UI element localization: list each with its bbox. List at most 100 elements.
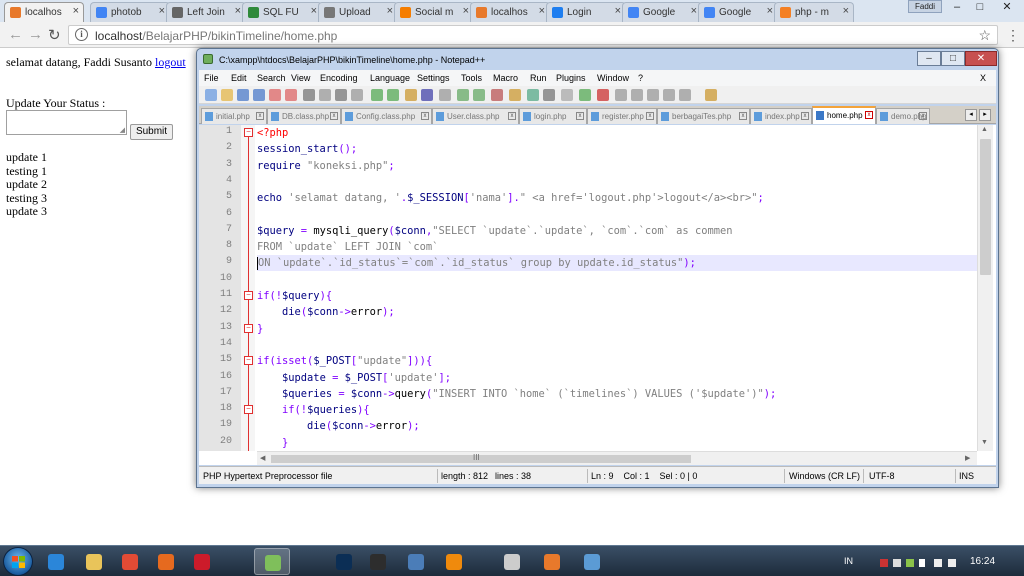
code-line[interactable]: ON `update`.`id_status`=`com`.`id_status… [257, 255, 977, 272]
window-close-button[interactable]: ✕ [993, 0, 1021, 14]
bookmark-star-icon[interactable]: ☆ [978, 27, 991, 44]
file-tab-close-icon[interactable]: x [421, 112, 429, 120]
maximize-button[interactable]: □ [969, 0, 991, 14]
tray-alert-icon[interactable] [880, 559, 888, 567]
toolbar-button-icon[interactable] [237, 89, 249, 101]
fold-collapse-icon[interactable]: − [244, 291, 253, 300]
code-line[interactable]: require "koneksi.php"; [257, 158, 977, 174]
scroll-right-icon[interactable]: ▶ [965, 454, 970, 462]
forward-button[interactable]: → [28, 26, 43, 43]
file-tab-close-icon[interactable]: x [576, 112, 584, 120]
tab-close-icon[interactable]: × [767, 5, 773, 17]
file-tab[interactable]: login.php x [519, 108, 587, 124]
npp-menu-plugins[interactable]: Plugins [556, 73, 586, 83]
toolbar-button-icon[interactable] [527, 89, 539, 101]
tab-close-icon[interactable]: × [843, 5, 849, 17]
code-line[interactable]: session_start(); [257, 141, 977, 157]
file-tab-close-icon[interactable]: x [256, 112, 264, 120]
horizontal-scrollbar[interactable]: ◀ III ▶ [257, 451, 977, 465]
tab-close-icon[interactable]: × [235, 5, 241, 17]
profile-button[interactable]: Faddi [908, 0, 942, 13]
code-area[interactable]: <?php session_start(); require "koneksi.ph… [257, 125, 977, 451]
toolbar-button-icon[interactable] [631, 89, 643, 101]
toolbar-button-icon[interactable] [679, 89, 691, 101]
resize-grip-icon[interactable]: ◢ [120, 126, 125, 134]
vertical-scrollbar[interactable]: ▲ ▼ [977, 125, 993, 451]
network-icon[interactable] [919, 559, 925, 567]
browser-tab[interactable]: Social m × [394, 2, 474, 22]
file-tab[interactable]: initial.php x [201, 108, 267, 124]
scroll-left-icon[interactable]: ◀ [260, 454, 265, 462]
npp-menu-file[interactable]: File [204, 73, 219, 83]
taskbar-app-button[interactable] [398, 548, 434, 575]
tab-close-icon[interactable]: × [539, 5, 545, 17]
browser-tab[interactable]: Upload × [318, 2, 398, 22]
toolbar-button-icon[interactable] [597, 89, 609, 101]
npp-menu-view[interactable]: View [291, 73, 310, 83]
toolbar-button-icon[interactable] [705, 89, 717, 101]
toolbar-button-icon[interactable] [457, 89, 469, 101]
npp-menu-window[interactable]: Window [597, 73, 629, 83]
npp-menu-settings[interactable]: Settings [417, 73, 450, 83]
file-tab-close-icon[interactable]: x [919, 112, 927, 120]
toolbar-button-icon[interactable] [269, 89, 281, 101]
fold-collapse-icon[interactable]: − [244, 128, 253, 137]
toolbar-button-icon[interactable] [303, 89, 315, 101]
npp-menu-encoding[interactable]: Encoding [320, 73, 358, 83]
toolbar-button-icon[interactable] [421, 89, 433, 101]
file-tab[interactable]: User.class.php x [432, 108, 519, 124]
npp-menu-close-button[interactable]: X [980, 73, 986, 83]
browser-tab[interactable]: Login × [546, 2, 626, 22]
tab-close-icon[interactable]: × [387, 5, 393, 17]
code-line[interactable] [257, 337, 977, 353]
status-textarea[interactable]: ◢ [6, 110, 127, 135]
toolbar-button-icon[interactable] [509, 89, 521, 101]
minimize-button[interactable]: – [946, 0, 968, 14]
toolbar-button-icon[interactable] [663, 89, 675, 101]
tab-scroll-left-icon[interactable]: ◂ [965, 109, 977, 121]
browser-tab[interactable]: Google × [622, 2, 702, 22]
tab-close-icon[interactable]: × [73, 5, 79, 17]
toolbar-button-icon[interactable] [221, 89, 233, 101]
code-line[interactable] [257, 272, 977, 288]
taskbar-app-button[interactable] [76, 548, 112, 575]
toolbar-button-icon[interactable] [319, 89, 331, 101]
browser-tab[interactable]: localhos × [470, 2, 550, 22]
vertical-scroll-thumb[interactable] [980, 139, 991, 275]
tab-close-icon[interactable]: × [159, 5, 165, 17]
taskbar-app-button[interactable] [112, 548, 148, 575]
browser-tab[interactable]: php - m × [774, 2, 854, 22]
back-button[interactable]: ← [8, 26, 23, 43]
tab-close-icon[interactable]: × [615, 5, 621, 17]
code-line[interactable]: if(!$queries){ [257, 402, 977, 418]
toolbar-button-icon[interactable] [351, 89, 363, 101]
tab-scroll-right-icon[interactable]: ▸ [979, 109, 991, 121]
taskbar-app-button[interactable] [360, 548, 396, 575]
site-info-icon[interactable]: i [75, 28, 88, 41]
start-button[interactable] [3, 547, 33, 576]
taskbar-app-button[interactable] [254, 548, 290, 575]
language-indicator[interactable]: IN [844, 556, 853, 566]
scroll-down-icon[interactable]: ▼ [981, 439, 988, 446]
toolbar-button-icon[interactable] [285, 89, 297, 101]
file-tab-close-icon[interactable]: x [330, 112, 338, 120]
npp-minimize-button[interactable]: – [917, 51, 941, 66]
address-bar[interactable]: i localhost/BelajarPHP/bikinTimeline/hom… [68, 25, 998, 45]
npp-menu-help[interactable]: ? [638, 73, 643, 83]
code-line[interactable]: } [257, 321, 977, 337]
toolbar-button-icon[interactable] [387, 89, 399, 101]
file-tab[interactable]: DB.class.php x [267, 108, 341, 124]
npp-title-bar[interactable]: C:\xampp\htdocs\BelajarPHP\bikinTimeline… [201, 51, 997, 69]
tray-flag-icon[interactable] [893, 559, 901, 567]
code-editor[interactable]: 1 2 3 4 5 6 7 8 9 10 11 12 13 14 15 16 17 18 19 20 − − − − − <?… [199, 125, 996, 465]
tab-close-icon[interactable]: × [691, 5, 697, 17]
taskbar-app-button[interactable] [534, 548, 570, 575]
taskbar-app-button[interactable] [184, 548, 220, 575]
npp-menu-macro[interactable]: Macro [493, 73, 518, 83]
file-tab[interactable]: Config.class.php x [341, 108, 432, 124]
fold-collapse-icon[interactable]: − [244, 356, 253, 366]
toolbar-button-icon[interactable] [579, 89, 591, 101]
tab-close-icon[interactable]: × [463, 5, 469, 17]
file-tab-close-icon[interactable]: x [739, 112, 747, 120]
clock[interactable]: 16:24 [970, 556, 995, 567]
